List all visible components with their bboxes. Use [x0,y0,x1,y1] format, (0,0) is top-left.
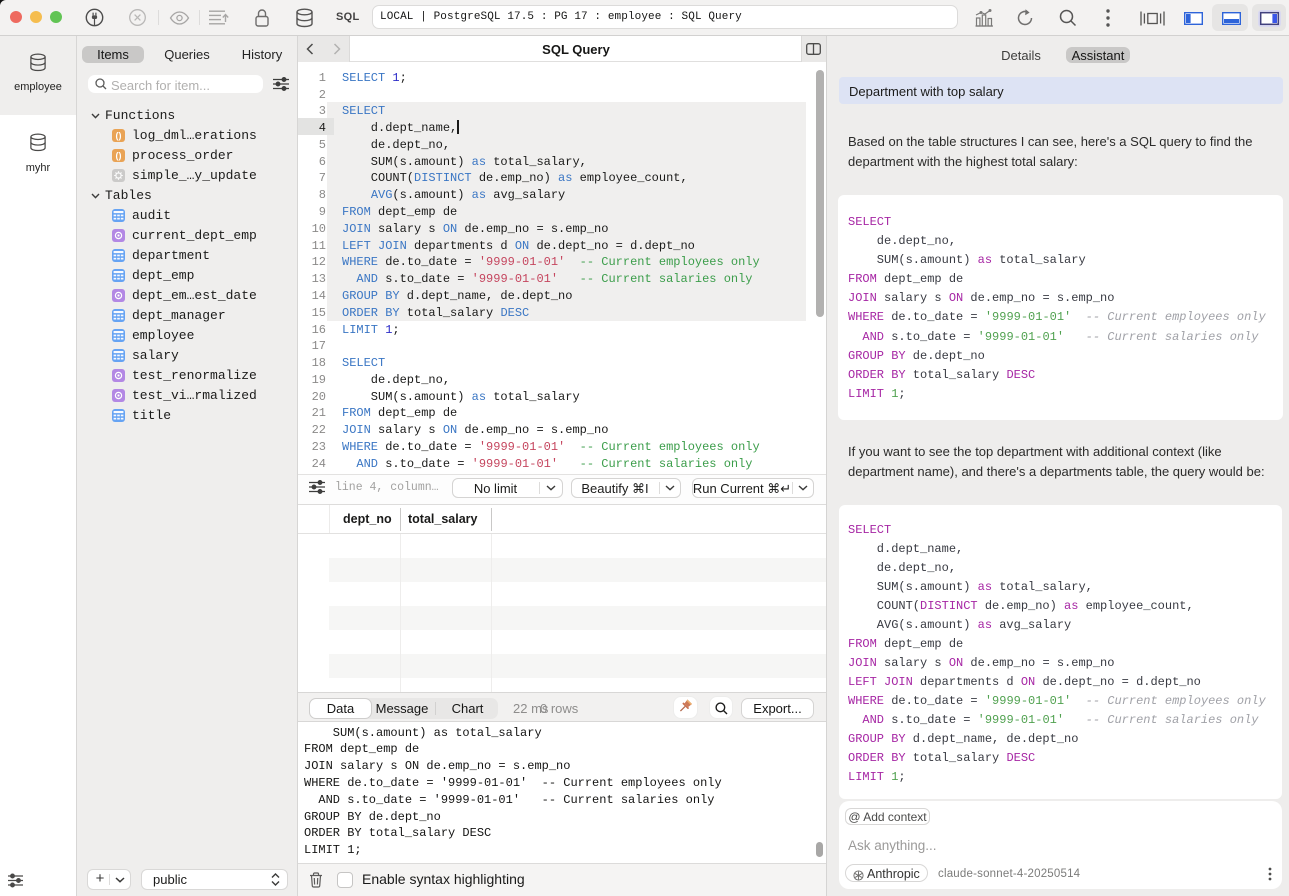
svg-text:(): () [116,151,122,161]
svg-text:(): () [116,131,122,141]
